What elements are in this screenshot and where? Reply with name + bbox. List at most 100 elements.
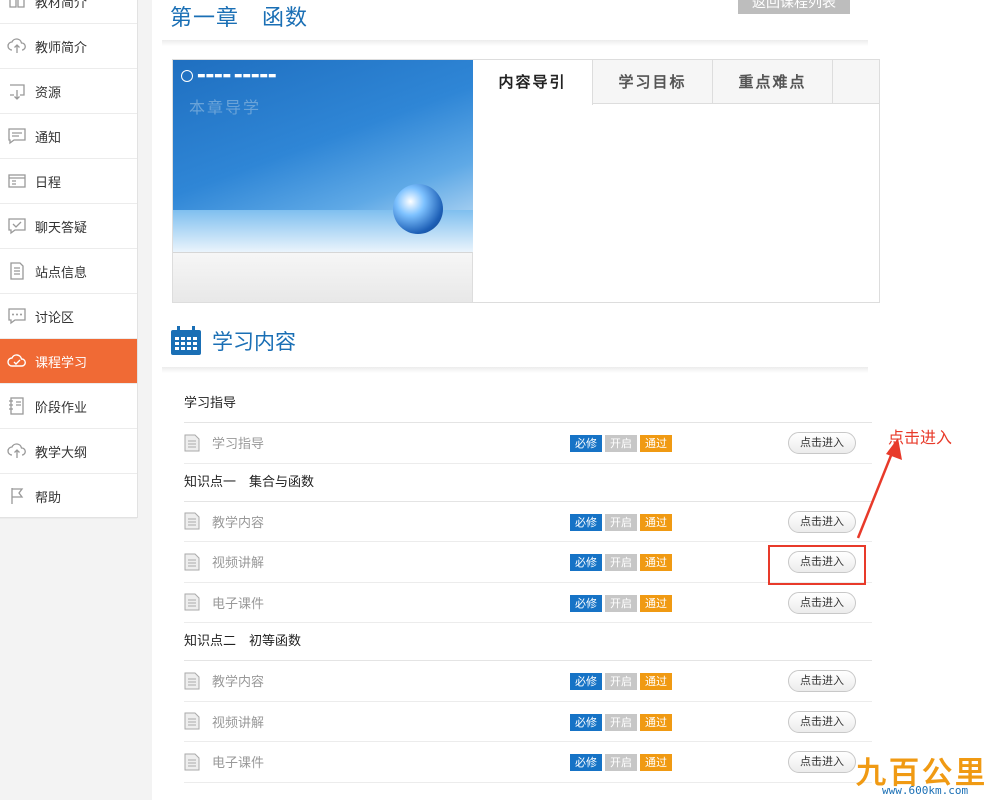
enter-button[interactable]: 点击进入 bbox=[788, 510, 856, 533]
sidebar-item-label: 帮助 bbox=[35, 490, 62, 506]
group-title: 学习指导 bbox=[184, 385, 872, 423]
watermark-url: www.600km.com bbox=[882, 784, 969, 797]
sidebar-item-label: 课程学习 bbox=[35, 355, 88, 371]
required-badge: 必修 bbox=[570, 754, 602, 771]
globe-icon bbox=[393, 184, 443, 234]
sidebar-item-teacher-intro[interactable]: 教师简介 bbox=[0, 24, 137, 69]
sidebar-item-site-info[interactable]: 站点信息 bbox=[0, 249, 137, 294]
cloud-check-icon bbox=[6, 350, 28, 372]
speech-dots-icon bbox=[6, 305, 28, 327]
required-badge: 必修 bbox=[570, 594, 602, 612]
banner-footer bbox=[173, 252, 473, 302]
item-name: 教学内容 bbox=[212, 515, 265, 531]
calendar-icon bbox=[171, 326, 201, 355]
sidebar-item-course-study[interactable]: 课程学习 bbox=[0, 339, 137, 384]
required-badge: 必修 bbox=[570, 713, 602, 731]
status-badges: 必修 开启 通过 bbox=[570, 513, 675, 531]
enter-button[interactable]: 点击进入 bbox=[788, 670, 856, 692]
document-icon bbox=[184, 712, 200, 730]
pass-badge: 通过 bbox=[640, 435, 672, 452]
title-divider bbox=[162, 40, 868, 46]
list-item: 电子课件 必修 开启 通过 点击进入 bbox=[184, 583, 872, 623]
open-badge: 开启 bbox=[605, 754, 637, 771]
tab-content-guide[interactable]: 内容导引 bbox=[473, 60, 593, 105]
page-title: 第一章 函数 bbox=[170, 6, 309, 31]
document-icon bbox=[184, 672, 200, 690]
pass-badge: 通过 bbox=[640, 513, 672, 531]
sidebar-item-help[interactable]: 帮助 bbox=[0, 474, 137, 519]
sidebar-nav: 教材简介 教师简介 资源 通知 日程 聊天答疑 站点信息 讨论区 课程学习 阶段… bbox=[0, 0, 138, 519]
sidebar-item-label: 聊天答疑 bbox=[35, 220, 88, 236]
pass-badge: 通过 bbox=[640, 594, 672, 612]
download-box-icon bbox=[6, 80, 28, 102]
item-name: 学习指导 bbox=[212, 437, 265, 453]
sidebar-item-label: 资源 bbox=[35, 85, 62, 101]
cloud-upload-icon bbox=[6, 35, 28, 57]
notebook-icon bbox=[6, 395, 28, 417]
tab-key-difficulties[interactable]: 重点难点 bbox=[713, 60, 833, 104]
enter-button[interactable]: 点击进入 bbox=[788, 710, 856, 733]
pass-badge: 通过 bbox=[640, 673, 672, 690]
sidebar-item-notice[interactable]: 通知 bbox=[0, 114, 137, 159]
status-badges: 必修 开启 通过 bbox=[570, 594, 675, 612]
sidebar-item-textbook-intro[interactable]: 教材简介 bbox=[0, 0, 137, 24]
main-content: 第一章 函数 返回课程列表 ▬▬▬▬ ▬▬▬▬▬ 本章导学 内容导引 学习目标 … bbox=[152, 0, 988, 800]
university-logo: ▬▬▬▬ ▬▬▬▬▬ bbox=[181, 70, 276, 82]
required-badge: 必修 bbox=[570, 673, 602, 690]
calendar-card-icon bbox=[6, 170, 28, 192]
document-icon bbox=[184, 753, 200, 771]
section-title: 学习内容 bbox=[212, 330, 296, 354]
pass-badge: 通过 bbox=[640, 713, 672, 731]
document-icon bbox=[184, 512, 200, 530]
open-badge: 开启 bbox=[605, 435, 637, 452]
open-badge: 开启 bbox=[605, 554, 637, 571]
document-icon bbox=[184, 434, 200, 452]
sidebar-item-stage-homework[interactable]: 阶段作业 bbox=[0, 384, 137, 429]
status-badges: 必修 开启 通过 bbox=[570, 754, 675, 771]
enter-button[interactable]: 点击进入 bbox=[788, 432, 856, 454]
sidebar-item-resources[interactable]: 资源 bbox=[0, 69, 137, 114]
list-item: 视频讲解 必修 开启 通过 点击进入 bbox=[184, 702, 872, 742]
annotation-text: 点击进入 bbox=[888, 428, 953, 447]
group-title: 知识点一 集合与函数 bbox=[184, 464, 872, 502]
item-name: 视频讲解 bbox=[212, 715, 265, 731]
item-name: 电子课件 bbox=[212, 596, 265, 612]
list-item: 教学内容 必修 开启 通过 点击进入 bbox=[184, 661, 872, 702]
open-badge: 开启 bbox=[605, 594, 637, 612]
chapter-intro-panel: ▬▬▬▬ ▬▬▬▬▬ 本章导学 内容导引 学习目标 重点难点 bbox=[172, 59, 880, 303]
sidebar-item-discussion[interactable]: 讨论区 bbox=[0, 294, 137, 339]
document-icon bbox=[6, 260, 28, 282]
chapter-banner-image: ▬▬▬▬ ▬▬▬▬▬ 本章导学 bbox=[173, 60, 473, 252]
cloud-upload-icon bbox=[6, 440, 28, 462]
seal-icon bbox=[181, 70, 193, 82]
sidebar-item-label: 阶段作业 bbox=[35, 400, 88, 416]
watermark-logo: 九百公里 www.600km.com bbox=[856, 748, 988, 800]
sidebar-item-syllabus[interactable]: 教学大纲 bbox=[0, 429, 137, 474]
intro-tabs: 内容导引 学习目标 重点难点 bbox=[473, 60, 879, 105]
pass-badge: 通过 bbox=[640, 554, 672, 571]
open-badge: 开启 bbox=[605, 713, 637, 731]
back-to-course-list-button[interactable]: 返回课程列表 bbox=[738, 0, 850, 14]
sidebar-item-label: 讨论区 bbox=[35, 310, 75, 326]
status-badges: 必修 开启 通过 bbox=[570, 435, 675, 452]
required-badge: 必修 bbox=[570, 435, 602, 452]
highlight-box bbox=[768, 545, 866, 585]
sidebar-item-schedule[interactable]: 日程 bbox=[0, 159, 137, 204]
open-badge: 开启 bbox=[605, 513, 637, 531]
chat-check-icon bbox=[6, 215, 28, 237]
status-badges: 必修 开启 通过 bbox=[570, 673, 675, 690]
open-badge: 开启 bbox=[605, 673, 637, 690]
flag-icon bbox=[6, 485, 28, 507]
required-badge: 必修 bbox=[570, 554, 602, 571]
message-icon bbox=[6, 125, 28, 147]
sidebar-item-chat-qa[interactable]: 聊天答疑 bbox=[0, 204, 137, 249]
annotation-arrow-icon bbox=[856, 438, 902, 539]
tab-learning-goals[interactable]: 学习目标 bbox=[593, 60, 713, 104]
sidebar-item-label: 教师简介 bbox=[35, 40, 88, 56]
list-item: 电子课件 必修 开启 通过 点击进入 bbox=[184, 742, 872, 783]
section-header: 学习内容 bbox=[170, 326, 296, 356]
enter-button[interactable]: 点击进入 bbox=[788, 751, 856, 773]
required-badge: 必修 bbox=[570, 513, 602, 531]
book-icon bbox=[6, 0, 28, 12]
enter-button[interactable]: 点击进入 bbox=[788, 591, 856, 614]
